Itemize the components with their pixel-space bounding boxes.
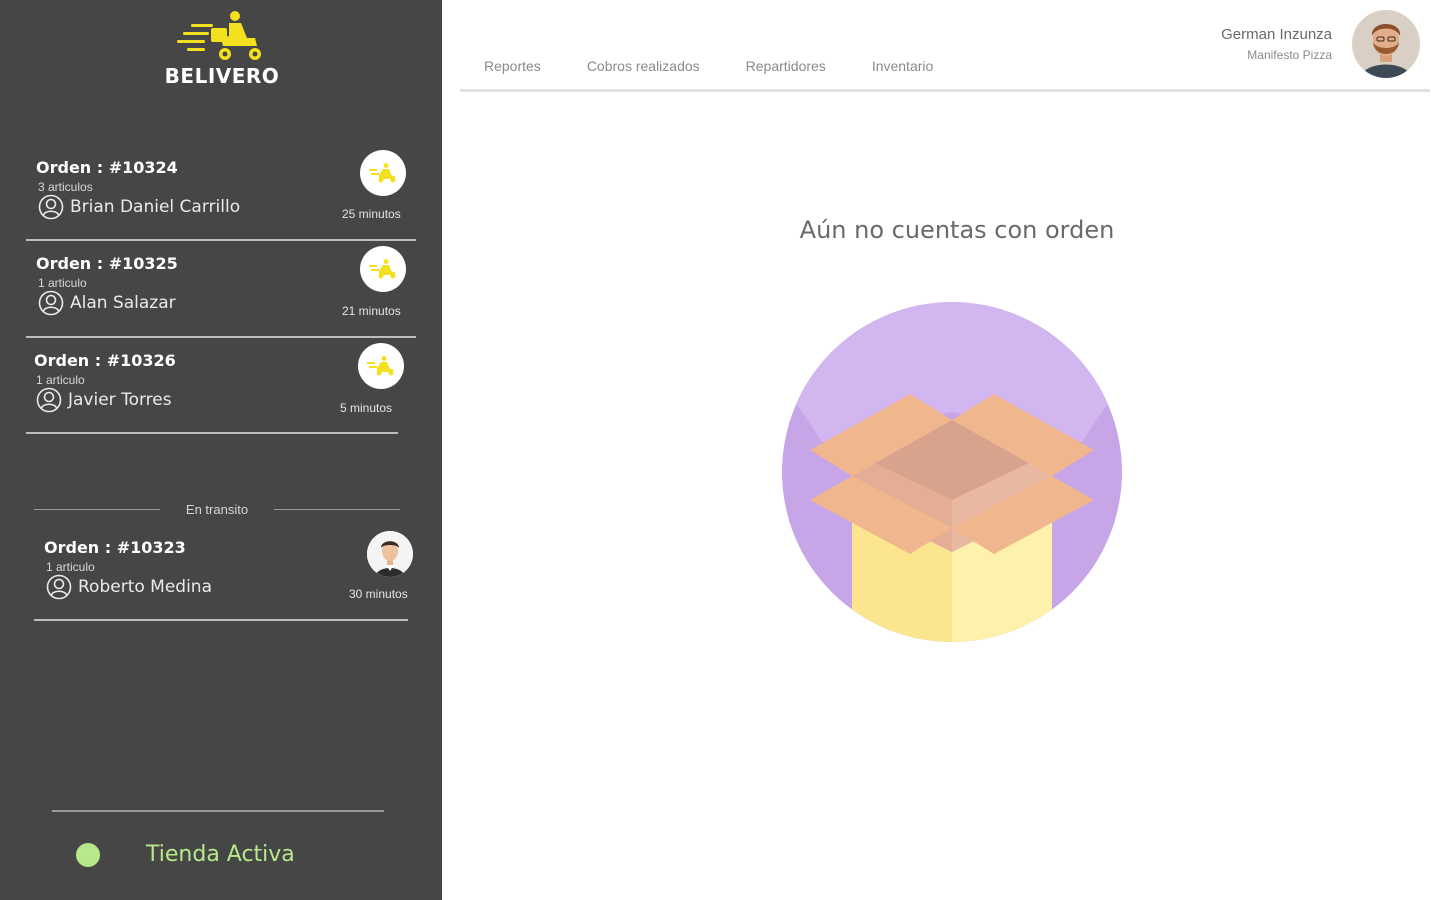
customer-name: Alan Salazar (70, 293, 176, 313)
divider (26, 336, 416, 338)
order-item-count: 1 articulo (38, 276, 87, 290)
order-customer: Roberto Medina (46, 574, 212, 600)
customer-name: Brian Daniel Carrillo (70, 197, 241, 217)
order-item-count: 1 articulo (46, 560, 95, 574)
tab-bar: Reportes Cobros realizados Repartidores … (484, 58, 979, 74)
user-store: Manifesto Pizza (1247, 48, 1332, 62)
tab-reportes[interactable]: Reportes (484, 58, 541, 74)
scooter-icon (360, 150, 406, 196)
divider (274, 509, 400, 510)
order-card[interactable]: Orden : #10323 1 articulo Roberto Medina… (44, 531, 436, 630)
user-icon (36, 387, 62, 413)
transit-label: En transito (185, 502, 249, 517)
order-time: 5 minutos (340, 401, 393, 415)
user-name: German Inzunza (1221, 26, 1332, 43)
tab-repartidores[interactable]: Repartidores (746, 58, 826, 74)
user-icon (38, 290, 64, 316)
customer-name: Javier Torres (68, 390, 172, 410)
scooter-logo-icon (177, 11, 261, 60)
order-item-count: 1 articulo (36, 373, 85, 387)
order-customer: Alan Salazar (38, 290, 176, 316)
order-number: Orden : #10324 (36, 158, 178, 177)
user-icon (46, 574, 72, 600)
order-item-count: 3 articulos (38, 180, 93, 194)
order-time: 25 minutos (342, 207, 401, 221)
user-info[interactable]: German Inzunza Manifesto Pizza (1221, 26, 1332, 62)
customer-name: Roberto Medina (78, 577, 212, 597)
status-indicator (76, 842, 100, 867)
transit-section-header: En transito (34, 502, 400, 517)
order-customer: Javier Torres (36, 387, 172, 413)
divider (52, 810, 384, 812)
store-status-toggle[interactable]: Tienda Activa (76, 842, 295, 867)
brand-name: BELIVERO (164, 64, 280, 88)
avatar[interactable] (1352, 10, 1420, 78)
brand-logo[interactable]: BELIVERO (160, 10, 284, 88)
driver-avatar (367, 531, 413, 577)
user-icon (38, 194, 64, 220)
sidebar: BELIVERO Orden : #10324 3 articulos Bria… (0, 0, 442, 900)
empty-box-icon (782, 302, 1122, 642)
tab-cobros-realizados[interactable]: Cobros realizados (587, 58, 700, 74)
divider (34, 509, 160, 510)
order-number: Orden : #10325 (36, 254, 178, 273)
divider (26, 239, 416, 241)
top-navigation: Reportes Cobros realizados Repartidores … (460, 0, 1430, 92)
order-number: Orden : #10323 (44, 538, 186, 557)
order-card[interactable]: Orden : #10326 1 articulo Javier Torres … (34, 343, 424, 443)
scooter-icon (358, 343, 404, 389)
empty-state-message: Aún no cuentas con orden (799, 216, 1115, 244)
tab-inventario[interactable]: Inventario (872, 58, 933, 74)
order-time: 21 minutos (342, 304, 401, 318)
divider (34, 619, 408, 621)
divider (26, 432, 398, 434)
order-time: 30 minutos (349, 587, 408, 601)
order-card[interactable]: Orden : #10325 1 articulo Alan Salazar 2… (36, 246, 426, 346)
order-card[interactable]: Orden : #10324 3 articulos Brian Daniel … (36, 150, 426, 250)
scooter-icon (360, 246, 406, 292)
order-customer: Brian Daniel Carrillo (38, 194, 240, 220)
store-status-label: Tienda Activa (146, 842, 295, 867)
order-number: Orden : #10326 (34, 351, 176, 370)
